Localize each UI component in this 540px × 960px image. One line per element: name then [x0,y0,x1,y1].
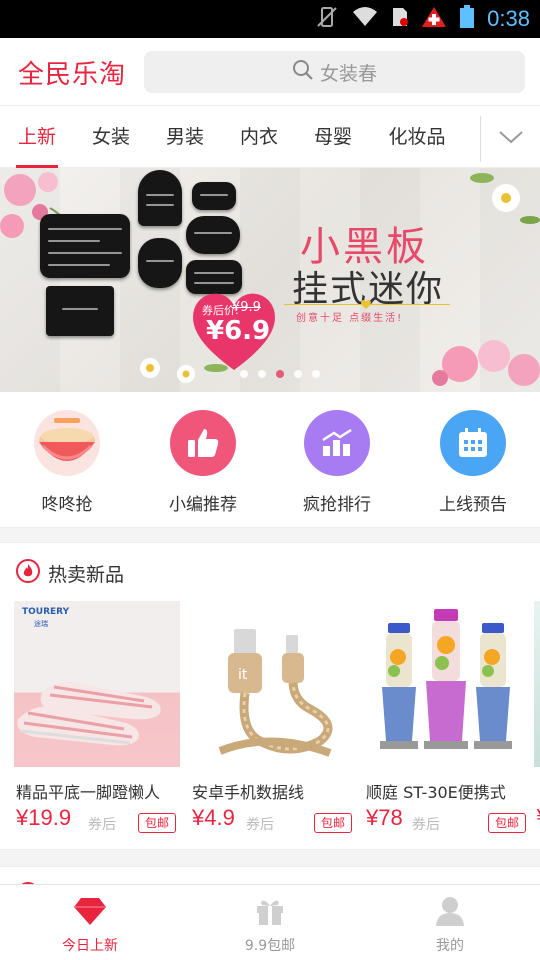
entry-ranking[interactable]: 疯抢排行 [270,392,404,528]
carousel-dot-active[interactable] [276,370,284,378]
tab-new[interactable]: 上新 [16,106,58,168]
tab-mother-baby[interactable]: 母婴 [312,106,354,168]
bowl-icon [34,410,100,476]
shoe-icon [17,682,161,746]
entry-upcoming[interactable]: 上线预告 [406,392,540,528]
search-icon [292,59,314,85]
hot-new-section: 热卖新品 TOURERY 途瑞 精品平底一脚蹬懒人 ¥19.9 券后 包邮 it… [0,542,540,850]
tab-underwear[interactable]: 内衣 [238,106,280,168]
product-image [364,601,530,767]
product-name: 顺庭 ST-30E便携式 [366,783,506,802]
nav-label: 我的 [436,938,464,954]
entry-label: 疯抢排行 [303,495,371,515]
carousel-indicator [0,370,540,378]
free-shipping-badge: 包邮 [488,813,526,833]
chalkboard-image [192,182,236,210]
search-bar[interactable]: 女装春 [144,51,525,93]
bottom-nav: 今日上新 9.9包邮 我的 [0,884,540,960]
carousel-dot[interactable] [312,370,320,378]
tab-womens[interactable]: 女装 [90,106,132,168]
nav-label: 今日上新 [62,938,118,954]
chalkboard-image [186,216,240,254]
clock: 0:38 [487,6,530,31]
nav-label: 9.9包邮 [244,938,296,954]
carousel-dot[interactable] [240,370,248,378]
app-screen: 0:38 全民乐淘 女装春 上新 女装 男装 内衣 母婴 化妆品 券后价: ¥9… [0,0,540,960]
product-card[interactable]: 顺庭 ST-30E便携式 ¥78 券后 包邮 [364,601,530,841]
carousel-dot[interactable] [258,370,266,378]
bar-chart-icon [304,410,370,476]
product-name: 精品平底一脚蹬懒人 [16,783,161,802]
chevron-down-icon [498,129,524,149]
product-image: TOURERY 途瑞 [14,601,180,767]
tab-mens[interactable]: 男装 [164,106,206,168]
flame-icon [16,559,40,587]
blender-icon [380,609,512,749]
coupon-after-label: 券后 [246,817,274,833]
user-icon [432,895,468,927]
nav-free-shipping[interactable]: 9.9包邮 [180,885,360,960]
gift-icon [252,895,288,927]
coupon-after-label: 券后 [412,817,440,833]
carousel-dot[interactable] [294,370,302,378]
product-card[interactable]: it 安卓手机数据线 ¥4.9 券后 包邮 [190,601,356,841]
entry-flash-sale[interactable]: 咚咚抢 [0,392,134,528]
banner-slogan: 创意十足 点缀生活! [296,313,404,324]
thumbs-up-icon [170,410,236,476]
status-bar: 0:38 [0,0,540,38]
product-price: ¥78 [366,805,403,830]
flower-decoration-icon [432,340,540,386]
brand-logo[interactable]: 全民乐淘 [18,54,126,91]
product-price-partial: ¥ [536,805,540,829]
calendar-icon [440,410,506,476]
price-heart-badge: 券后价: ¥9.9 ¥6.9 [188,288,280,374]
vibrate-icon [315,5,339,33]
free-shipping-badge: 包邮 [314,813,352,833]
chalkboard-image [40,214,130,278]
flower-decoration-icon [470,173,540,224]
medical-alert-icon [421,6,447,32]
nav-profile[interactable]: 我的 [360,885,540,960]
product-card[interactable]: TOURERY 途瑞 精品平底一脚蹬懒人 ¥19.9 券后 包邮 [14,601,180,841]
category-tabs: 上新 女装 男装 内衣 母婴 化妆品 [0,106,540,168]
wifi-icon [351,6,379,32]
entry-label: 小编推荐 [169,495,237,515]
chalkboard-image [138,170,182,226]
section-title: 热卖新品 [48,563,125,586]
entry-editor-picks[interactable]: 小编推荐 [136,392,270,528]
section-header: 热卖新品 [16,559,124,587]
coupon-after-label: 券后 [88,817,116,833]
original-price: ¥9.9 [232,300,261,315]
free-shipping-badge: 包邮 [138,813,176,833]
search-placeholder: 女装春 [319,62,377,85]
coupon-price: ¥6.9 [206,316,271,346]
product-card-partial[interactable] [534,601,540,767]
svg-text:it: it [238,667,248,683]
quick-entry-row: 咚咚抢 小编推荐 疯抢排行 上线预告 [0,392,540,528]
expand-categories-button[interactable] [480,116,540,162]
chalkboard-image [46,286,114,336]
product-price: ¥19.9 [16,805,72,830]
product-image: it [190,601,356,767]
app-header: 全民乐淘 女装春 [0,38,540,106]
entry-label: 咚咚抢 [41,495,93,515]
tab-cosmetics[interactable]: 化妆品 [386,106,448,168]
product-price: ¥4.9 [192,805,235,830]
battery-icon [459,5,475,33]
chalkboard-image [138,238,182,288]
diamond-icon [72,895,108,927]
sim-icon [391,6,409,32]
entry-label: 上线预告 [439,495,507,515]
nav-today-new[interactable]: 今日上新 [0,885,180,960]
product-name: 安卓手机数据线 [192,783,305,802]
promo-banner[interactable]: 券后价: ¥9.9 ¥6.9 小黑板 挂式迷你 创意十足 点缀生活! [0,168,540,392]
cable-icon: it [218,629,333,757]
